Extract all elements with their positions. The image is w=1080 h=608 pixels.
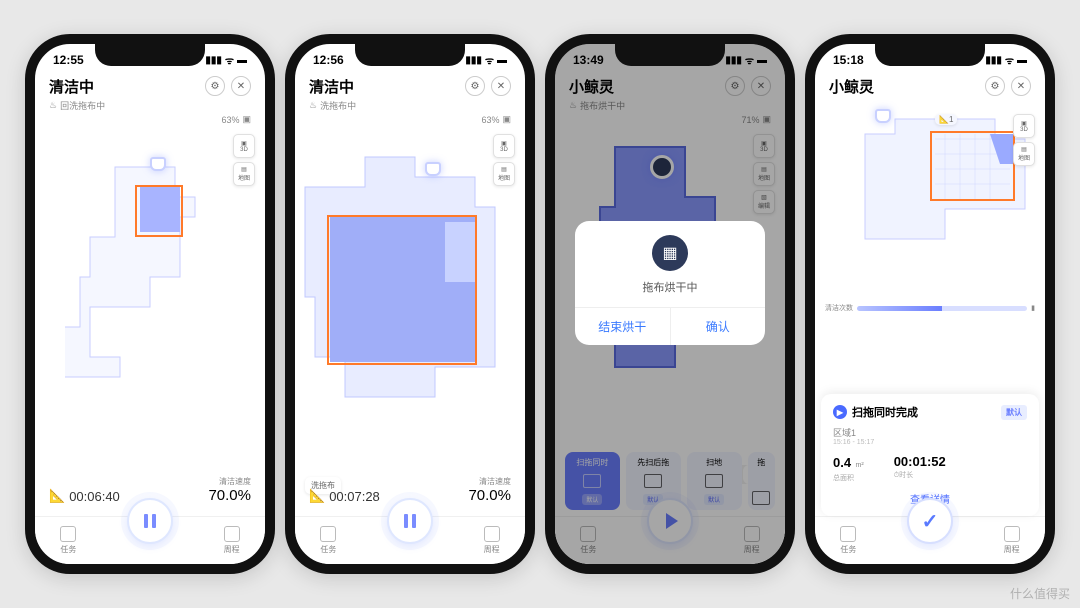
selection-rectangle[interactable]	[135, 185, 183, 237]
dock-icon	[150, 157, 166, 171]
phone-screen-3: 13:49▮▮▮ᯤ▬ 小鲸灵 ♨拖布烘干中 ⚙ ✕ 71%▣ ▣3D ▤地图 ▧…	[545, 34, 795, 574]
view-map-button[interactable]: ▤地图	[493, 162, 515, 186]
elapsed-time: 📐00:06:40	[49, 488, 120, 504]
close-button[interactable]: ✕	[491, 76, 511, 96]
sheet-title: 扫拖同时完成	[852, 404, 918, 420]
close-button[interactable]: ✕	[231, 76, 251, 96]
speed-value: 70.0%	[208, 487, 251, 504]
zone-label: 📐1	[935, 114, 957, 125]
view-map-button[interactable]: ▤地图	[1013, 142, 1035, 166]
robot-icon: 📐	[49, 488, 65, 504]
battery-icon: ▬	[237, 55, 247, 66]
view-map-button[interactable]: ▤地图	[233, 162, 255, 186]
view-3d-button[interactable]: ▣3D	[493, 134, 515, 158]
dock-icon	[425, 162, 441, 176]
close-button[interactable]: ✕	[1011, 76, 1031, 96]
notch	[875, 44, 985, 66]
dialog-end-drying[interactable]: 结束烘干	[575, 308, 671, 345]
speed-value: 70.0%	[468, 487, 511, 504]
view-3d-button[interactable]: ▣3D	[233, 134, 255, 158]
nav-tasks[interactable]: 任务	[60, 526, 76, 555]
sheet-badge[interactable]: 默认	[1001, 405, 1027, 420]
settings-button[interactable]: ⚙	[205, 76, 225, 96]
duration-value: 00:01:52	[894, 454, 946, 469]
notch	[95, 44, 205, 66]
robot-avatar-icon: ▦	[652, 235, 688, 271]
status-icons: ▮▮▮ ᯤ ▬	[205, 53, 247, 67]
clock: 12:56	[313, 53, 344, 67]
selection-rectangle[interactable]	[930, 131, 1015, 201]
nav-tasks[interactable]: 任务	[840, 526, 856, 555]
nav-tasks[interactable]: 任务	[320, 526, 336, 555]
progress-bar[interactable]	[857, 306, 1027, 311]
phone-screen-2: 12:56 ▮▮▮ᯤ▬ 清洁中 ♨洗拖布中 ⚙ ✕ 63%▣ ▣3D ▤地图	[285, 34, 535, 574]
settings-button[interactable]: ⚙	[465, 76, 485, 96]
selection-rectangle[interactable]	[327, 215, 477, 365]
clock: 15:18	[833, 53, 864, 67]
droplet-icon: ♨	[309, 100, 317, 111]
drying-dialog: ▦ 拖布烘干中 结束烘干 确认	[575, 221, 765, 345]
settings-button[interactable]: ⚙	[985, 76, 1005, 96]
signal-icon: ▮▮▮	[205, 55, 222, 66]
elapsed-time: 00:07:28	[329, 489, 380, 504]
flag-icon: ▶	[833, 405, 847, 419]
speed-label: 清洁速度	[208, 476, 251, 487]
battery-level: 63%▣	[35, 114, 265, 127]
done-button[interactable]	[907, 498, 953, 544]
dialog-text: 拖布烘干中	[575, 279, 765, 307]
page-title: 清洁中	[309, 76, 356, 97]
dialog-confirm[interactable]: 确认	[671, 308, 766, 345]
phone-screen-4: 15:18▮▮▮ᯤ▬ 小鲸灵 ⚙ ✕ ▣3D ▤地图	[805, 34, 1055, 574]
pause-button[interactable]	[387, 498, 433, 544]
page-title: 小鲸灵	[829, 76, 874, 97]
watermark: 什么值得买	[1010, 585, 1070, 602]
dock-icon	[875, 109, 891, 123]
pause-button[interactable]	[127, 498, 173, 544]
view-3d-button[interactable]: ▣3D	[1013, 114, 1035, 138]
droplet-icon: ♨	[49, 100, 57, 111]
notch	[355, 44, 465, 66]
page-title: 清洁中	[49, 76, 105, 97]
nav-schedule[interactable]: 周程	[1004, 526, 1020, 555]
nav-schedule[interactable]: 周程	[484, 526, 500, 555]
notch	[615, 44, 725, 66]
time-range: 15:16 - 15:17	[833, 439, 1027, 446]
nav-schedule[interactable]: 周程	[224, 526, 240, 555]
area-name: 区域1	[833, 426, 1027, 439]
area-value: 0.4	[833, 455, 851, 470]
cube-icon: ▣	[242, 114, 251, 125]
status-subtitle: ♨ 回洗拖布中	[49, 99, 105, 112]
wifi-icon: ᯤ	[225, 53, 234, 67]
clock: 12:55	[53, 53, 84, 67]
battery-mini-icon: ▮	[1031, 304, 1035, 312]
progress-label: 清洁次数	[825, 303, 853, 313]
phone-screen-1: 12:55 ▮▮▮ ᯤ ▬ 清洁中 ♨ 回洗拖布中 ⚙ ✕ 63%▣	[25, 34, 275, 574]
